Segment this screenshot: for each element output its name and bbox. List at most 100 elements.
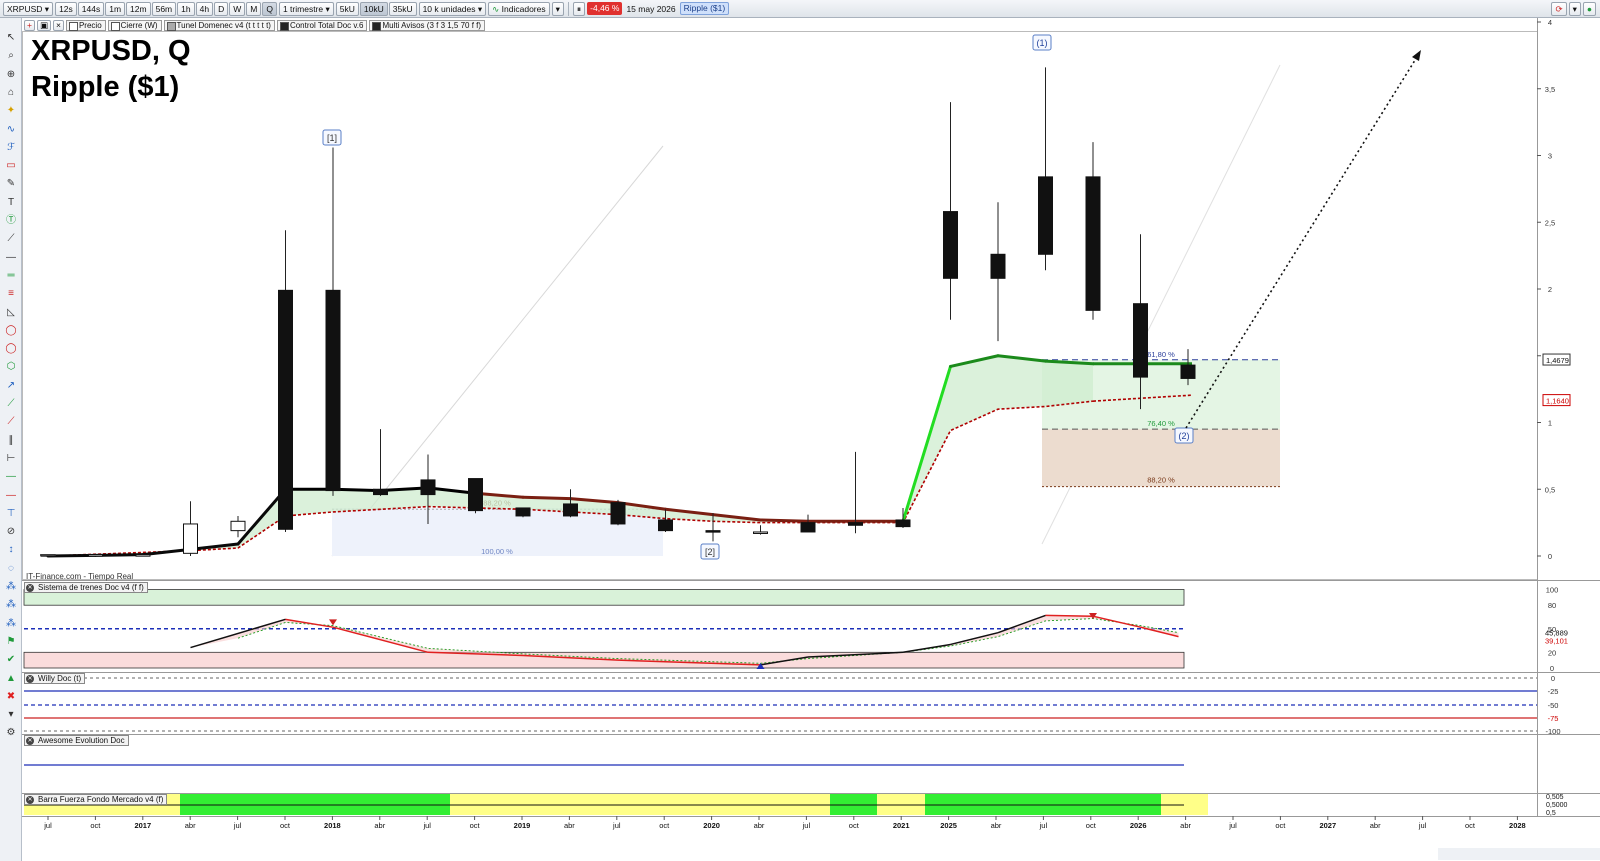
candle-body[interactable] [658, 519, 673, 532]
panel-title-barra[interactable]: ✕ Barra Fuerza Fondo Mercado v4 (f) [24, 794, 168, 805]
interval-button-144s[interactable]: 144s [77, 1, 105, 16]
chevron-down-icon[interactable]: ▾ [1568, 1, 1581, 16]
legend-close[interactable]: Cierre (W) [107, 19, 162, 31]
candle-body[interactable] [373, 488, 388, 496]
interval-button-1m[interactable]: 1m [105, 1, 126, 16]
interval-button-1h[interactable]: 1h [177, 1, 195, 16]
unit-button-35ku[interactable]: 35kU [388, 1, 417, 16]
check-icon[interactable]: ✔ [4, 654, 18, 666]
interval-button-12m[interactable]: 12m [126, 1, 151, 16]
interval-button-w[interactable]: W [229, 1, 246, 16]
interval-button-12s[interactable]: 12s [55, 1, 77, 16]
zoom-icon[interactable]: ⌕ [4, 50, 18, 62]
fib-icon[interactable]: ℱ [4, 142, 18, 154]
panel-close-icon[interactable]: ✕ [26, 737, 34, 745]
unit-button-5ku[interactable]: 5kU [335, 1, 359, 16]
triangle-icon[interactable]: ◺ [4, 307, 18, 319]
interval-button-4h[interactable]: 4h [195, 1, 214, 16]
pencil-icon[interactable]: ✎ [4, 178, 18, 190]
cycle-icon[interactable]: ◌ [4, 563, 18, 575]
rectangle-icon[interactable]: ▭ [4, 160, 18, 172]
arrow-icon[interactable]: ↗ [4, 380, 18, 392]
candle-body[interactable] [705, 530, 721, 533]
candle-body[interactable] [1038, 176, 1053, 255]
add-indicator-button[interactable]: + [24, 19, 35, 31]
candle-body[interactable] [1180, 364, 1196, 379]
settings-icon[interactable]: ⚙ [4, 727, 18, 739]
thumb-up-icon[interactable]: ▲ [4, 673, 18, 685]
refresh-icon[interactable]: ⟳ [1551, 1, 1567, 16]
candle-body[interactable] [135, 554, 151, 557]
eraser-icon[interactable]: ⊘ [4, 526, 18, 538]
ruler-icon[interactable]: ⟋ [4, 233, 18, 245]
chevron-down-icon[interactable]: ▾ [4, 709, 18, 721]
candle-body[interactable] [515, 507, 531, 517]
trendline-red-icon[interactable]: ⟋ [4, 416, 18, 428]
status-icon[interactable]: ● [1582, 1, 1596, 16]
candle-body[interactable] [278, 289, 293, 530]
hline-icon[interactable]: ═ [4, 270, 18, 282]
panel-close-icon[interactable]: ✕ [26, 675, 34, 683]
visibility-button[interactable]: ▣ [36, 19, 51, 31]
pattern3-icon[interactable]: ⁂ [4, 618, 18, 630]
interval-button-d[interactable]: D [214, 1, 229, 16]
panel-title-trend[interactable]: ✕ Sistema de trenes Doc v4 (f f) [24, 582, 148, 593]
interval-button-56m[interactable]: 56m [151, 1, 177, 16]
delete-icon[interactable]: ✖ [4, 691, 18, 703]
tick-icon[interactable]: ⊤ [4, 508, 18, 520]
zoom-area-icon[interactable]: ⊕ [4, 69, 18, 81]
parallel-icon[interactable]: ∥ [4, 435, 18, 447]
symbol-select[interactable]: XRPUSD ▾ [3, 1, 54, 16]
pattern-icon[interactable]: ⁂ [4, 581, 18, 593]
line-icon[interactable]: — [4, 252, 18, 264]
split-icon[interactable]: ⊢ [4, 453, 18, 465]
candle-body[interactable] [563, 503, 578, 517]
units-select[interactable]: 10 k unidades ▾ [418, 1, 487, 16]
candle-body[interactable] [943, 211, 958, 279]
time-scrollbar[interactable] [1438, 848, 1600, 860]
indicators-dropdown[interactable]: ▾ [551, 1, 564, 16]
candle-body[interactable] [990, 253, 1006, 279]
candle-body[interactable] [848, 522, 863, 526]
panel-close-icon[interactable]: ✕ [26, 584, 34, 592]
indicators-button[interactable]: ∿ Indicadores [488, 1, 550, 16]
unit-button-10ku[interactable]: 10kU [359, 1, 388, 16]
legend-multi-avisos[interactable]: Multi Avisos (3 f 3 1,5 70 f f) [369, 19, 486, 31]
chart-canvas[interactable]: 61,80 %76,40 %88,20 %88,20 %100,00 % [1]… [0, 0, 1600, 861]
ellipse-icon[interactable]: ◯ [4, 325, 18, 337]
channel-icon[interactable]: ≡ [4, 288, 18, 300]
text-icon[interactable]: T [4, 197, 18, 209]
ellipse-alt-icon[interactable]: ◯ [4, 343, 18, 355]
wave-icon[interactable]: ∿ [4, 124, 18, 136]
candle-body[interactable] [325, 289, 341, 492]
candle-body[interactable] [1085, 176, 1101, 311]
candle-body[interactable] [468, 478, 483, 512]
candle-body[interactable] [610, 502, 626, 525]
pattern2-icon[interactable]: ⁂ [4, 599, 18, 611]
period-select[interactable]: 1 trimestre ▾ [278, 1, 334, 16]
legend-price[interactable]: Precio [65, 19, 106, 31]
polygon-icon[interactable]: ⬡ [4, 361, 18, 373]
candle-body[interactable] [800, 522, 816, 533]
candle-body[interactable] [88, 554, 103, 557]
flag-icon[interactable]: ⚑ [4, 636, 18, 648]
text-box-icon[interactable]: Ⓣ [4, 215, 18, 227]
interval-button-q[interactable]: Q [262, 1, 277, 16]
close-indicators-button[interactable]: × [53, 19, 64, 31]
measure-icon[interactable]: ↕ [4, 544, 18, 556]
interval-button-m[interactable]: M [246, 1, 262, 16]
alert-icon[interactable]: ✦ [4, 105, 18, 117]
legend-tunnel[interactable]: Tunel Domenec v4 (t t t t t) [163, 19, 275, 31]
pause-button[interactable]: ⏸ [572, 1, 586, 16]
legend-control-total[interactable]: Control Total Doc v.6 [276, 19, 368, 31]
candle-body[interactable] [1133, 303, 1148, 378]
candle-body[interactable] [420, 479, 436, 496]
panel-close-icon[interactable]: ✕ [26, 796, 34, 804]
cursor-icon[interactable]: ↖ [4, 32, 18, 44]
candle-body[interactable] [753, 531, 768, 534]
candle-body[interactable] [895, 519, 911, 528]
candle-body[interactable] [183, 523, 198, 554]
magnet-icon[interactable]: ⌂ [4, 87, 18, 99]
panel-title-willy[interactable]: ✕ Willy Doc (t) [24, 673, 86, 684]
hline-red-icon[interactable]: — [4, 490, 18, 502]
